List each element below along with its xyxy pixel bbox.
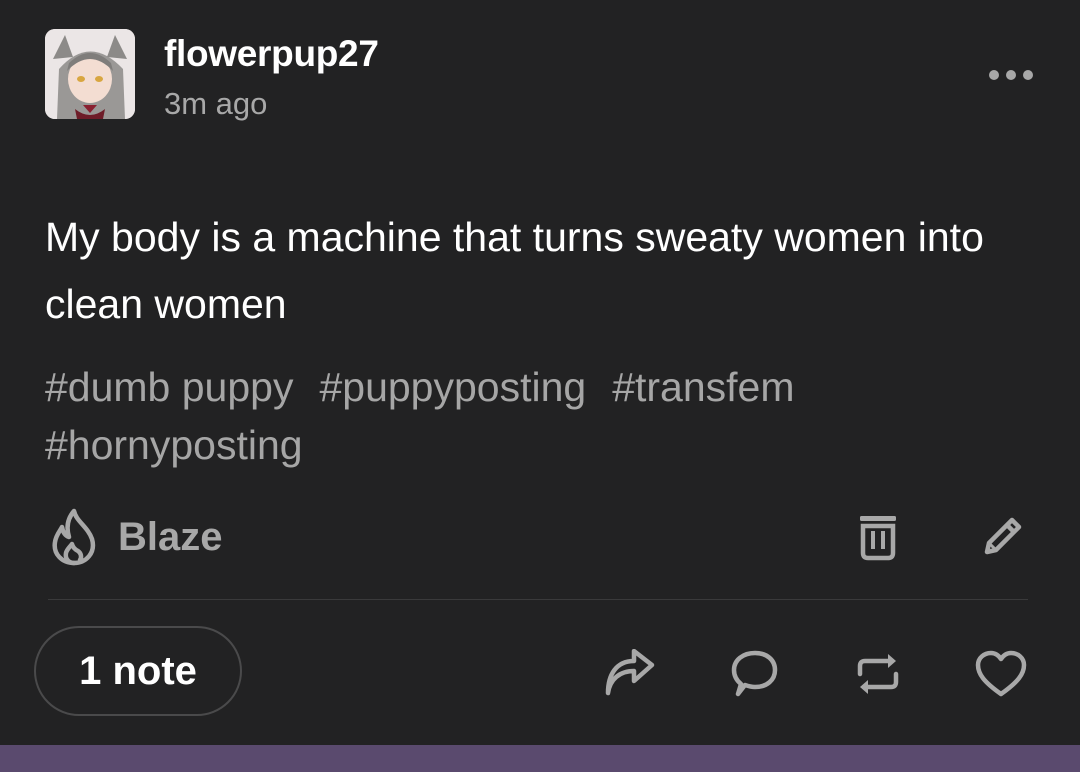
post-username[interactable]: flowerpup27: [164, 33, 379, 75]
post-timestamp: 3m ago: [164, 86, 268, 121]
avatar[interactable]: [45, 29, 135, 119]
ellipsis-icon: [989, 70, 1033, 80]
share-icon: [605, 649, 655, 696]
post-body-text: My body is a machine that turns sweaty w…: [45, 214, 984, 327]
blaze-button[interactable]: Blaze: [48, 505, 223, 569]
pencil-icon: [984, 517, 1022, 555]
tag-link[interactable]: #dumb puppy: [45, 358, 293, 416]
bottom-bar: [0, 745, 1080, 772]
delete-button[interactable]: [850, 508, 906, 566]
tag-link[interactable]: #transfem: [612, 358, 794, 416]
edit-button[interactable]: [972, 508, 1032, 566]
like-button[interactable]: [970, 645, 1032, 703]
post-card: flowerpup27 3m ago My body is a machine …: [0, 0, 1080, 745]
heart-icon: [975, 650, 1027, 697]
reply-button[interactable]: [725, 645, 783, 703]
blaze-label: Blaze: [118, 514, 223, 559]
flame-icon: [52, 508, 96, 566]
divider: [48, 599, 1028, 600]
trash-icon: [860, 516, 896, 561]
more-options-button[interactable]: [980, 60, 1042, 90]
notes-count-button[interactable]: 1 note: [34, 626, 242, 716]
post-tags: #dumb puppy #puppyposting #transfem #hornyp…: [45, 358, 1035, 474]
reblog-icon: [857, 654, 899, 694]
share-button[interactable]: [598, 645, 662, 703]
reblog-button[interactable]: [848, 645, 908, 703]
tag-link[interactable]: #hornyposting: [45, 416, 303, 474]
avatar-image: [45, 29, 135, 119]
tag-link[interactable]: #puppyposting: [319, 358, 586, 416]
reply-icon: [731, 650, 778, 697]
